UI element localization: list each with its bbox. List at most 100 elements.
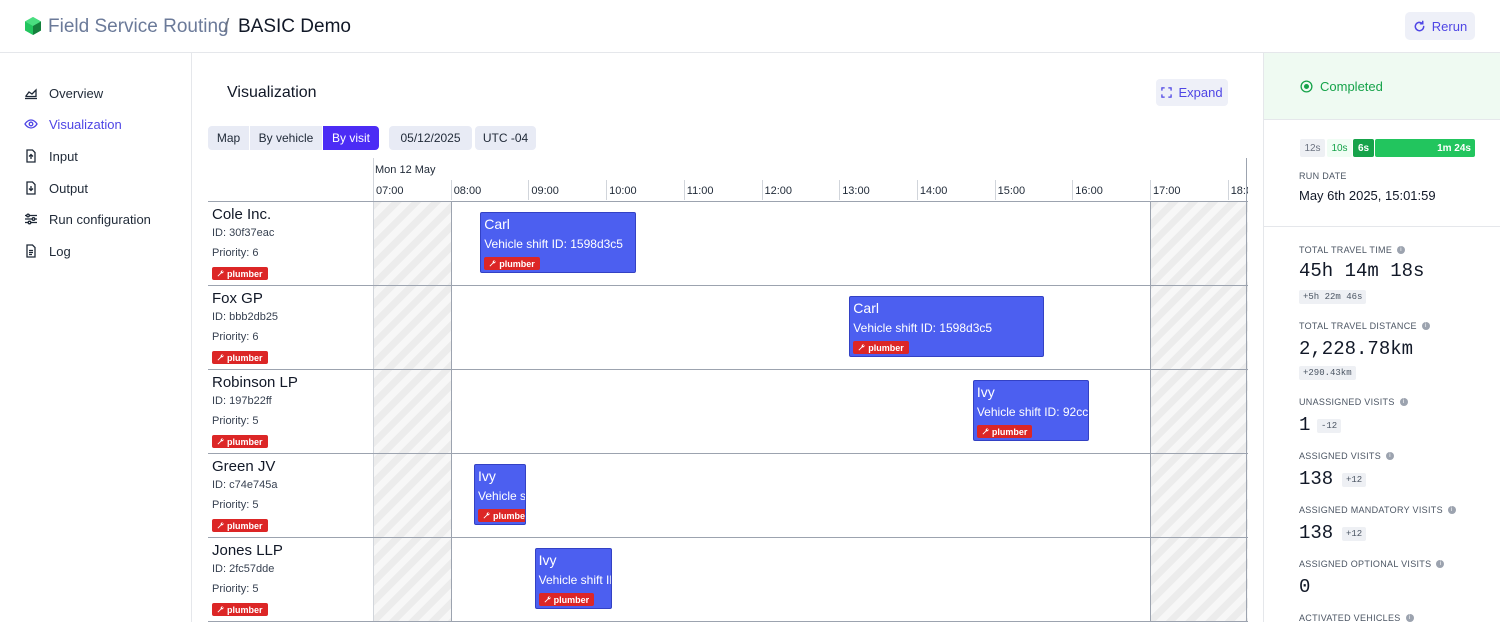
unassigned-visits-label: UNASSIGNED VISITS i [1299, 397, 1408, 407]
sidebar-item-input[interactable]: Input [24, 146, 78, 166]
file-import-icon [26, 149, 36, 163]
skill-tag-label: plumber [991, 426, 1028, 437]
sidebar-item-label: Run configuration [49, 211, 151, 227]
total-travel-time-delta: +5h 22m 46s [1299, 290, 1367, 304]
expand-button[interactable]: Expand [1156, 79, 1228, 106]
skill-tag-label: plumber [227, 268, 263, 279]
wrench-icon [217, 354, 224, 361]
hour-label: 10:00 [609, 185, 637, 197]
info-icon[interactable]: i [1386, 452, 1395, 460]
row-divider [208, 369, 1248, 370]
assigned-visits-delta: +12 [1342, 473, 1367, 487]
info-icon[interactable]: i [1397, 246, 1406, 254]
unassigned-visits-value: 1 [1299, 414, 1311, 436]
timing-bar-prev[interactable]: 12s [1300, 139, 1325, 157]
visit-timeline[interactable]: Mon 12 May 07:00 08:00 09:00 10:00 11:00 12:0… [208, 158, 1248, 622]
timing-bar-total[interactable]: 1m 24s [1375, 139, 1475, 157]
skill-tag-label: plumber [227, 520, 263, 531]
info-icon[interactable]: i [1421, 322, 1430, 330]
wrench-icon [544, 596, 551, 603]
skill-tag: plumber [478, 509, 526, 522]
wrench-icon [489, 260, 496, 267]
tab-by-vehicle[interactable]: By vehicle [250, 126, 322, 150]
app-header: Field Service Routing / BASIC Demo Rerun [0, 0, 1500, 53]
assigned-mandatory-visits-delta: +12 [1342, 527, 1367, 541]
file-text-icon [26, 244, 36, 258]
vehicle-name: Ivy [538, 552, 557, 568]
activated-vehicles-label: ACTIVATED VEHICLES i [1299, 613, 1414, 622]
breadcrumb-app-name[interactable]: Field Service Routing [48, 16, 229, 38]
wrench-icon [217, 270, 224, 277]
file-export-icon [26, 181, 36, 195]
tab-map[interactable]: Map [208, 126, 249, 150]
visit-priority: Priority: 5 [212, 415, 259, 427]
date-picker[interactable]: 05/12/2025 [389, 126, 472, 150]
hour-label: 17:00 [1153, 185, 1181, 197]
page-title: Visualization [227, 84, 317, 101]
unassigned-visits-delta: -12 [1317, 419, 1342, 433]
info-icon[interactable]: i [1447, 506, 1456, 514]
skill-tag: plumber [212, 267, 268, 280]
eye-icon [24, 119, 38, 129]
hour-tick [1150, 180, 1151, 200]
check-circle-icon [1300, 80, 1313, 93]
visit-bar[interactable]: Carl Vehicle shift ID: 1598d3c5 plumber [849, 296, 1044, 357]
timeline-right-border [1246, 158, 1247, 622]
wrench-icon [217, 522, 224, 529]
sidebar-item-label: Output [49, 180, 89, 196]
skill-tag-label: plumber [553, 594, 590, 605]
visit-priority: Priority: 5 [212, 499, 259, 511]
vehicle-shift-id: Vehicle shift ID: 1598d3c5 [853, 321, 993, 335]
visit-id: ID: 2fc57dde [212, 563, 275, 575]
sidebar-item-run-configuration[interactable]: Run configuration [24, 209, 151, 229]
status-label: Completed [1320, 79, 1383, 94]
visit-name: Jones LLP [212, 542, 283, 559]
vehicle-name: Ivy [976, 384, 995, 400]
visit-name: Robinson LP [212, 374, 298, 391]
info-icon[interactable]: i [1399, 398, 1408, 406]
total-travel-distance-delta: +290.43km [1299, 366, 1356, 380]
sidebar-item-label: Visualization [49, 116, 122, 132]
hour-tick [994, 180, 996, 200]
hour-tick [916, 180, 918, 200]
hour-tick [528, 180, 530, 200]
vehicle-shift-id: Vehicle shift ID: 92ccc [478, 489, 527, 503]
info-icon[interactable]: i [1436, 560, 1445, 568]
status-box: Completed [1264, 53, 1500, 120]
sidebar-item-output[interactable]: Output [24, 178, 88, 198]
timing-bar-prev[interactable]: 10s [1327, 139, 1352, 157]
sidebar-item-log[interactable]: Log [24, 241, 71, 261]
skill-tag: plumber [212, 435, 268, 448]
hour-tick [450, 180, 452, 200]
tab-by-visit[interactable]: By visit [323, 126, 379, 150]
visit-bar[interactable]: Ivy Vehicle shift ID: 92ccc plumber [534, 548, 613, 609]
visit-id: ID: bbb2db25 [212, 311, 279, 323]
wrench-icon [483, 512, 490, 519]
assigned-visits-label: ASSIGNED VISITS i [1299, 451, 1395, 461]
hour-tick [606, 180, 608, 200]
timing-bar-current[interactable]: 6s [1353, 139, 1374, 157]
run-summary-panel: Completed 12s 10s 6s 1m 24s RUN DATE May… [1263, 53, 1500, 622]
timezone-select[interactable]: UTC -04 [475, 126, 536, 150]
sidebar-item-label: Overview [49, 85, 104, 101]
assigned-mandatory-visits-value: 138 [1299, 522, 1334, 544]
visit-bar[interactable]: Carl Vehicle shift ID: 1598d3c5 plumber [480, 212, 636, 273]
sidebar-item-visualization[interactable]: Visualization [24, 114, 122, 134]
rerun-label: Rerun [1431, 18, 1468, 34]
app-logo-icon[interactable] [24, 16, 42, 36]
vehicle-shift-id: Vehicle shift ID: 1598d3c5 [484, 237, 623, 251]
hour-label: 16:00 [1075, 185, 1103, 197]
metric-label-text: ASSIGNED MANDATORY VISITS [1299, 505, 1443, 515]
run-date-label: RUN DATE [1299, 171, 1347, 181]
run-date-value: May 6th 2025, 15:01:59 [1299, 188, 1436, 203]
visit-bar[interactable]: Ivy Vehicle shift ID: 92ccc plumber [474, 464, 527, 525]
info-icon[interactable]: i [1405, 614, 1414, 622]
rerun-button[interactable]: Rerun [1405, 12, 1475, 40]
visit-id: ID: 197b22ff [212, 395, 272, 407]
shift-boundary-line [450, 201, 452, 621]
hour-label: 11:00 [686, 185, 714, 197]
main-content: Visualization Expand Map By vehicle By v… [192, 53, 1263, 622]
sidebar-item-overview[interactable]: Overview [24, 83, 103, 103]
visit-bar[interactable]: Ivy Vehicle shift ID: 92ccc plumber [972, 380, 1090, 441]
skill-tag: plumber [484, 257, 540, 270]
